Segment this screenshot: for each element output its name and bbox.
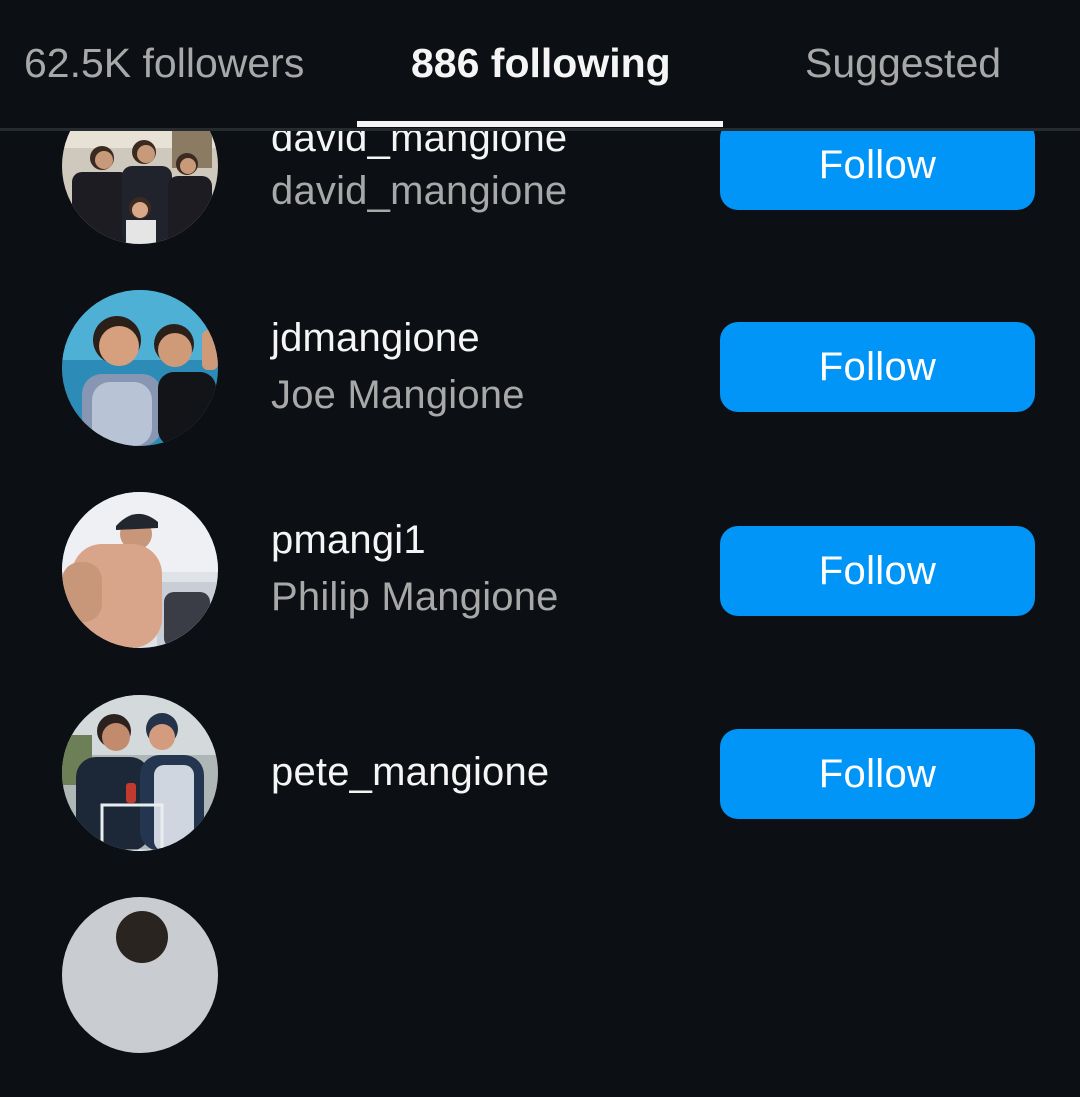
- list-item[interactable]: pmangi1 Philip Mangione Follow: [0, 492, 1080, 692]
- avatar[interactable]: [62, 492, 218, 648]
- tab-bar-divider: [0, 128, 1080, 131]
- tab-suggested[interactable]: Suggested: [805, 38, 1001, 88]
- tab-bar: 62.5K followers 886 following Suggested: [0, 0, 1080, 128]
- tab-followers[interactable]: 62.5K followers: [24, 38, 304, 88]
- full-name: Philip Mangione: [271, 575, 559, 619]
- active-tab-indicator: [357, 121, 723, 127]
- username[interactable]: pmangi1: [271, 518, 426, 562]
- full-name: Joe Mangione: [271, 373, 525, 417]
- follow-button[interactable]: Follow: [720, 322, 1035, 412]
- following-list: david_mangione david_mangione Follow jdm…: [0, 0, 1080, 1053]
- username[interactable]: pete_mangione: [271, 750, 549, 794]
- follow-button[interactable]: Follow: [720, 526, 1035, 616]
- list-item[interactable]: jdmangione Joe Mangione Follow: [0, 290, 1080, 490]
- avatar[interactable]: [62, 695, 218, 851]
- avatar[interactable]: [62, 897, 218, 1053]
- username[interactable]: jdmangione: [271, 316, 480, 360]
- list-item[interactable]: [0, 897, 1080, 1097]
- avatar[interactable]: [62, 290, 218, 446]
- follow-button[interactable]: Follow: [720, 120, 1035, 210]
- list-item[interactable]: pete_mangione Follow: [0, 695, 1080, 895]
- follow-button[interactable]: Follow: [720, 729, 1035, 819]
- full-name: david_mangione: [271, 169, 568, 213]
- tab-following[interactable]: 886 following: [411, 38, 671, 88]
